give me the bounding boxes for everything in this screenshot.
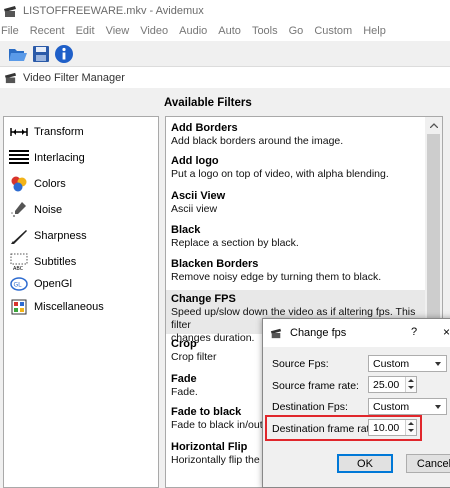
destination-frame-rate-label: Destination frame rate: [272,423,379,435]
menu-file[interactable]: File [1,25,19,37]
noise-icon [8,201,30,219]
spin-down-icon[interactable] [408,429,414,432]
spin-down-icon[interactable] [408,386,414,389]
category-colors[interactable]: Colors [8,175,66,193]
menu-help[interactable]: Help [363,25,386,37]
source-frame-rate-label: Source frame rate: [272,380,359,392]
destination-fps-select[interactable]: Custom [368,398,447,415]
category-subtitles[interactable]: ABC Subtitles [8,253,76,271]
avidemux-clapper-icon [4,72,17,84]
chevron-down-icon [435,405,441,409]
source-frame-rate-value: 25.00 [373,378,400,391]
category-label: Colors [34,178,66,190]
category-noise[interactable]: Noise [8,201,62,219]
sharpness-icon [8,227,30,245]
miscellaneous-icon [8,298,30,316]
category-label: Miscellaneous [34,301,104,313]
menu-tools[interactable]: Tools [252,25,278,37]
filter-manager-title-bar: Video Filter Manager [0,66,450,88]
category-miscellaneous[interactable]: Miscellaneous [8,298,104,316]
source-fps-value: Custom [373,357,410,370]
filter-name: Blacken Borders [171,258,259,270]
filter-description: Add black borders around the image. [171,135,344,147]
destination-fps-label: Destination Fps: [272,401,348,413]
app-title: LISTOFFREEWARE.mkv - Avidemux [23,4,204,17]
category-label: Noise [34,204,63,216]
open-folder-icon [9,48,27,61]
menu-auto[interactable]: Auto [218,25,241,37]
filter-manager-title: Video Filter Manager [23,71,125,84]
cancel-button[interactable]: Cancel [406,454,450,473]
menu-go[interactable]: Go [289,25,304,37]
filter-category-list: Transform Interlacing Colors Noise Sharp… [3,116,159,488]
menu-recent[interactable]: Recent [30,25,65,37]
avidemux-clapper-icon [4,5,16,17]
close-button[interactable]: × [443,325,450,339]
available-filters-heading: Available Filters [164,97,252,109]
source-fps-label: Source Fps: [272,358,329,370]
change-fps-dialog: Change fps ? × Source Fps: Custom Source… [262,318,450,488]
menu-custom[interactable]: Custom [314,25,352,37]
category-label: Transform [34,126,84,138]
app-title-bar: LISTOFFREEWARE.mkv - Avidemux [0,0,450,21]
category-label: OpenGl [34,278,72,290]
filter-description: Ascii view [171,203,218,215]
category-label: Subtitles [34,256,77,268]
dialog-title: Change fps [290,327,347,339]
filter-name: Black [171,224,201,236]
dialog-title-bar: Change fps ? × [263,319,450,347]
spin-up-icon[interactable] [408,422,414,425]
menu-edit[interactable]: Edit [76,25,95,37]
category-label: Sharpness [34,230,87,242]
spin-up-icon[interactable] [408,379,414,382]
category-transform[interactable]: Transform [8,123,84,141]
menu-audio[interactable]: Audio [179,25,207,37]
filter-add-logo[interactable]: Add logo Put a logo on top of video, wit… [166,155,426,181]
menu-view[interactable]: View [106,25,130,37]
category-opengl[interactable]: GL OpenGl [8,275,72,293]
opengl-icon: GL [8,275,30,293]
menu-bar: File Recent Edit View Video Audio Auto T… [0,21,450,41]
scroll-up-arrow-icon[interactable] [425,117,442,134]
destination-fps-value: Custom [373,400,410,413]
chevron-down-icon [435,362,441,366]
info-icon [55,44,73,63]
avidemux-clapper-icon [270,328,282,339]
filter-name: Change FPS [171,293,236,305]
save-disk-icon [33,45,49,62]
info-button[interactable] [54,44,74,64]
category-interlacing[interactable]: Interlacing [8,149,85,167]
filter-name: Add Borders [171,122,238,134]
transform-icon [8,123,30,141]
spin-buttons[interactable] [405,420,416,435]
spin-buttons[interactable] [405,377,416,392]
destination-frame-rate-value: 10.00 [373,421,400,434]
open-button[interactable] [8,44,28,64]
subtitles-icon: ABC [8,253,30,271]
menu-video[interactable]: Video [140,25,168,37]
save-button[interactable] [31,44,51,64]
source-frame-rate-spinbox[interactable]: 25.00 [368,376,417,393]
ok-button[interactable]: OK [337,454,393,473]
interlacing-icon [8,149,30,167]
source-fps-select[interactable]: Custom [368,355,447,372]
svg-text:ABC: ABC [13,266,24,271]
svg-text:GL: GL [14,282,23,289]
category-label: Interlacing [34,152,85,164]
category-sharpness[interactable]: Sharpness [8,227,87,245]
filter-description: Put a logo on top of video, with alpha b… [171,168,389,180]
help-button[interactable]: ? [411,326,417,338]
filter-ascii-view[interactable]: Ascii View Ascii view [166,190,426,216]
main-toolbar [0,41,450,66]
filter-add-borders[interactable]: Add Borders Add black borders around the… [166,122,426,148]
filter-description: Remove noisy edge by turning them to bla… [171,271,382,283]
destination-frame-rate-spinbox[interactable]: 10.00 [368,419,417,436]
filter-description: Replace a section by black. [171,237,299,249]
filter-black[interactable]: Black Replace a section by black. [166,224,426,250]
filter-blacken-borders[interactable]: Blacken Borders Remove noisy edge by tur… [166,258,426,284]
filter-name: Ascii View [171,190,226,202]
filter-name: Add logo [171,155,219,167]
colors-icon [8,175,30,193]
